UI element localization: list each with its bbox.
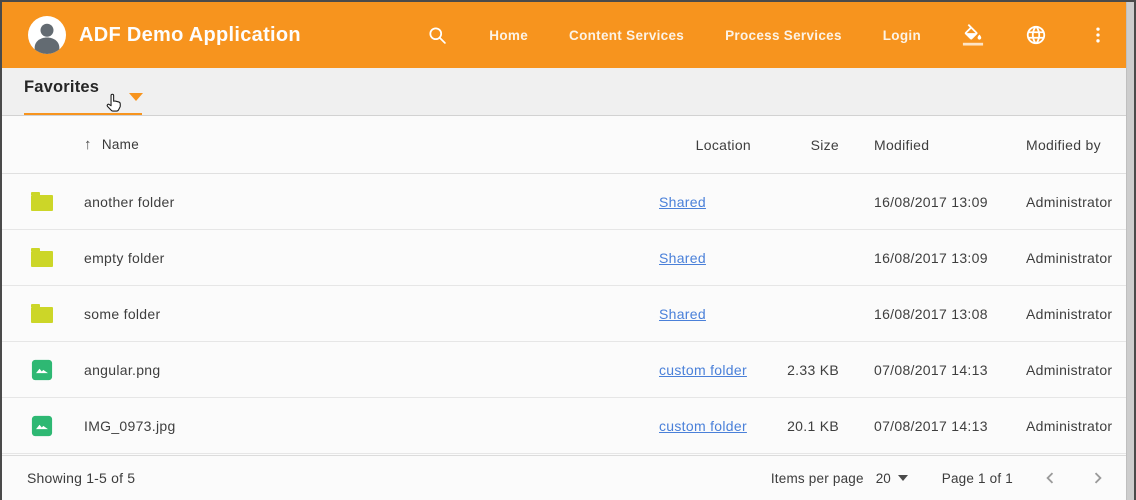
image-icon	[31, 359, 53, 381]
modified-by: Administrator	[1009, 250, 1134, 266]
pagination-bar: Showing 1-5 of 5 Items per page 20 Page …	[2, 455, 1127, 500]
location-link[interactable]: Shared	[659, 250, 706, 266]
favorites-dropdown[interactable]: Favorites	[24, 78, 99, 97]
modified-by: Administrator	[1009, 306, 1134, 322]
table-row[interactable]: another folder Shared 16/08/2017 13:09 A…	[2, 174, 1134, 230]
chevron-down-icon[interactable]	[129, 93, 143, 101]
app-title: ADF Demo Application	[79, 24, 301, 47]
nav-item-home[interactable]: Home	[489, 28, 528, 43]
folder-icon	[31, 195, 53, 211]
more-menu-button[interactable]	[1088, 25, 1108, 45]
file-name: IMG_0973.jpg	[84, 418, 659, 434]
location-link[interactable]: custom folder	[659, 418, 747, 434]
color-fill-icon	[962, 24, 984, 46]
app-header: ADF Demo Application Home Content Servic…	[2, 2, 1134, 68]
scrollbar[interactable]	[1126, 2, 1134, 500]
table-header-row: ↑ Name Location Size Modified Modified b…	[2, 116, 1134, 174]
showing-range-label: Showing 1-5 of 5	[27, 470, 135, 486]
language-button[interactable]	[1025, 24, 1047, 46]
file-name: angular.png	[84, 362, 659, 378]
app-window: ADF Demo Application Home Content Servic…	[0, 0, 1136, 500]
column-header-location[interactable]: Location	[659, 137, 754, 153]
modified-date: 16/08/2017 13:09	[839, 194, 1009, 210]
next-page-button[interactable]	[1087, 467, 1109, 489]
file-size: 20.1 KB	[754, 418, 839, 434]
modified-by: Administrator	[1009, 194, 1134, 210]
location-link[interactable]: custom folder	[659, 362, 747, 378]
nav-item-login[interactable]: Login	[883, 28, 921, 43]
avatar[interactable]	[28, 16, 66, 54]
column-header-modified[interactable]: Modified	[839, 137, 1009, 153]
page-indicator-label: Page 1 of 1	[942, 471, 1013, 486]
folder-icon	[31, 251, 53, 267]
sort-ascending-icon: ↑	[84, 136, 92, 153]
file-name: some folder	[84, 306, 659, 322]
items-per-page-caret-icon	[898, 475, 908, 481]
file-name: empty folder	[84, 250, 659, 266]
table-row[interactable]: some folder Shared 16/08/2017 13:08 Admi…	[2, 286, 1134, 342]
person-icon	[28, 16, 66, 54]
header-nav: Home Content Services Process Services L…	[427, 24, 1108, 46]
image-icon	[31, 415, 53, 437]
column-header-size[interactable]: Size	[754, 137, 839, 153]
table-row[interactable]: angular.png custom folder 2.33 KB 07/08/…	[2, 342, 1134, 398]
location-link[interactable]: Shared	[659, 306, 706, 322]
nav-item-process-services[interactable]: Process Services	[725, 28, 842, 43]
modified-by: Administrator	[1009, 362, 1134, 378]
file-size: 2.33 KB	[754, 362, 839, 378]
modified-by: Administrator	[1009, 418, 1134, 434]
items-per-page-value: 20	[876, 471, 891, 486]
table-row[interactable]: empty folder Shared 16/08/2017 13:09 Adm…	[2, 230, 1134, 286]
pagination-controls: Items per page 20 Page 1 of 1	[771, 467, 1109, 489]
nav-item-content-services[interactable]: Content Services	[569, 28, 684, 43]
table-body: another folder Shared 16/08/2017 13:09 A…	[2, 174, 1134, 454]
globe-icon	[1025, 24, 1047, 46]
modified-date: 16/08/2017 13:08	[839, 306, 1009, 322]
chevron-left-icon	[1039, 467, 1061, 489]
column-header-name-label: Name	[102, 137, 139, 152]
items-per-page-select[interactable]: 20	[876, 471, 908, 486]
column-header-modified-by[interactable]: Modified by	[1009, 137, 1134, 153]
hand-cursor-icon	[103, 91, 126, 119]
folder-icon	[31, 307, 53, 323]
previous-page-button[interactable]	[1039, 467, 1061, 489]
location-link[interactable]: Shared	[659, 194, 706, 210]
modified-date: 16/08/2017 13:09	[839, 250, 1009, 266]
column-header-name[interactable]: ↑ Name	[84, 136, 659, 153]
search-button[interactable]	[427, 25, 448, 46]
items-per-page-label: Items per page	[771, 471, 864, 486]
search-icon	[427, 25, 448, 46]
table-row[interactable]: IMG_0973.jpg custom folder 20.1 KB 07/08…	[2, 398, 1134, 454]
modified-date: 07/08/2017 14:13	[839, 418, 1009, 434]
theme-picker-button[interactable]	[962, 24, 984, 46]
document-list: ↑ Name Location Size Modified Modified b…	[2, 116, 1134, 454]
file-name: another folder	[84, 194, 659, 210]
chevron-right-icon	[1087, 467, 1109, 489]
modified-date: 07/08/2017 14:13	[839, 362, 1009, 378]
more-vert-icon	[1088, 25, 1108, 45]
view-switcher-bar: Favorites	[2, 68, 1134, 116]
